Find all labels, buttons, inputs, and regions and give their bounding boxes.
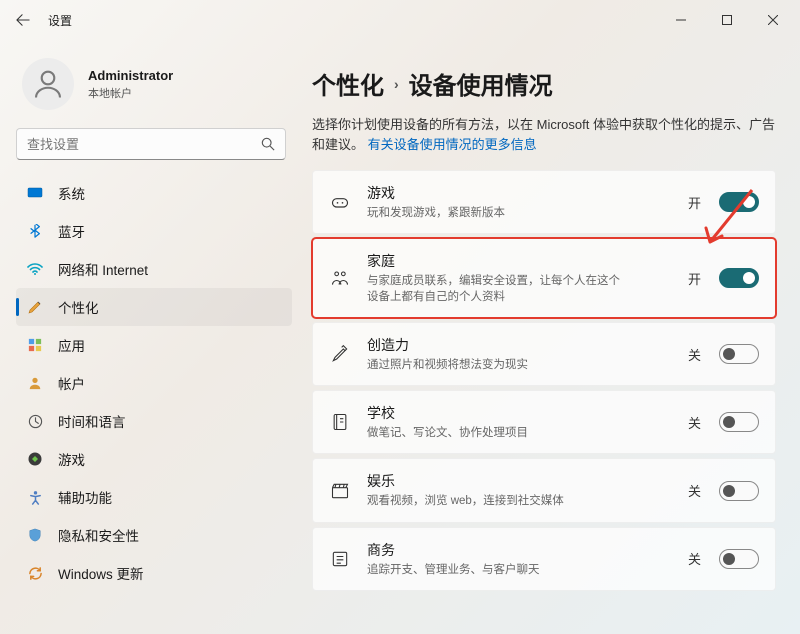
card-title: 商务 xyxy=(367,540,672,560)
sidebar-item-label: Windows 更新 xyxy=(58,563,144,583)
card-school: 学校 做笔记、写论文、协作处理项目 关 xyxy=(312,390,776,454)
maximize-button[interactable] xyxy=(704,5,750,35)
shield-icon xyxy=(26,526,44,544)
card-business: 商务 追踪开支、管理业务、与客户聊天 关 xyxy=(312,527,776,591)
update-icon xyxy=(26,564,44,582)
gamepad-icon xyxy=(329,191,351,213)
back-button[interactable] xyxy=(4,1,42,39)
card-family: 家庭 与家庭成员联系，编辑安全设置，让每个人在这个设备上都有自己的个人资料 开 xyxy=(312,238,776,318)
card-desc: 与家庭成员联系，编辑安全设置，让每个人在这个设备上都有自己的个人资料 xyxy=(367,273,627,305)
breadcrumb: 个性化 › 设备使用情况 xyxy=(312,66,776,101)
toggle-state-label: 关 xyxy=(688,413,701,432)
apps-icon xyxy=(26,336,44,354)
family-icon xyxy=(329,267,351,289)
sidebar-item-label: 游戏 xyxy=(58,449,85,469)
sidebar-item-windows-update[interactable]: Windows 更新 xyxy=(16,554,292,592)
clock-globe-icon xyxy=(26,412,44,430)
card-desc: 做笔记、写论文、协作处理项目 xyxy=(367,425,627,441)
user-profile[interactable]: Administrator 本地帐户 xyxy=(16,48,292,128)
card-desc: 玩和发现游戏，紧跟新版本 xyxy=(367,205,627,221)
toggle-state-label: 关 xyxy=(688,345,701,364)
gamepad-icon xyxy=(26,450,44,468)
card-gaming: 游戏 玩和发现游戏，紧跟新版本 开 xyxy=(312,170,776,234)
sidebar-item-time-language[interactable]: 时间和语言 xyxy=(16,402,292,440)
toggle-state-label: 关 xyxy=(688,481,701,500)
card-title: 游戏 xyxy=(367,183,672,203)
toggle-entertainment[interactable] xyxy=(719,481,759,501)
display-icon xyxy=(26,184,44,202)
window-title: 设置 xyxy=(48,12,72,29)
sidebar-item-apps[interactable]: 应用 xyxy=(16,326,292,364)
main-content: 个性化 › 设备使用情况 选择你计划使用设备的所有方法，以在 Microsoft… xyxy=(300,40,800,634)
sidebar-item-label: 蓝牙 xyxy=(58,221,85,241)
briefcase-icon xyxy=(329,548,351,570)
bluetooth-icon xyxy=(26,222,44,240)
avatar xyxy=(22,58,74,110)
user-subtitle: 本地帐户 xyxy=(88,85,173,101)
titlebar: 设置 xyxy=(0,0,800,40)
card-title: 家庭 xyxy=(367,251,672,271)
creativity-icon xyxy=(329,343,351,365)
sidebar-item-label: 网络和 Internet xyxy=(58,259,148,279)
card-creativity: 创造力 通过照片和视频将想法变为现实 关 xyxy=(312,322,776,386)
search-icon xyxy=(261,137,275,151)
user-name: Administrator xyxy=(88,68,173,83)
card-title: 创造力 xyxy=(367,335,672,355)
search-box[interactable] xyxy=(16,128,286,160)
card-title: 娱乐 xyxy=(367,471,672,491)
toggle-gaming[interactable] xyxy=(719,192,759,212)
usage-cards: 游戏 玩和发现游戏，紧跟新版本 开 家庭 与家庭成员联系，编辑安全设置，让每个人… xyxy=(312,170,776,611)
minimize-button[interactable] xyxy=(658,5,704,35)
sidebar-item-label: 应用 xyxy=(58,335,85,355)
search-input[interactable] xyxy=(27,137,261,152)
sidebar-item-label: 辅助功能 xyxy=(58,487,112,507)
sidebar-item-personalization[interactable]: 个性化 xyxy=(16,288,292,326)
card-title: 学校 xyxy=(367,403,672,423)
close-button[interactable] xyxy=(750,5,796,35)
toggle-creativity[interactable] xyxy=(719,344,759,364)
sidebar-item-privacy[interactable]: 隐私和安全性 xyxy=(16,516,292,554)
toggle-school[interactable] xyxy=(719,412,759,432)
page-title: 设备使用情况 xyxy=(409,66,553,101)
card-desc: 观看视频，浏览 web，连接到社交媒体 xyxy=(367,493,627,509)
breadcrumb-parent[interactable]: 个性化 xyxy=(312,66,384,101)
clapperboard-icon xyxy=(329,480,351,502)
person-icon xyxy=(26,374,44,392)
arrow-left-icon xyxy=(16,13,30,27)
sidebar-item-network[interactable]: 网络和 Internet xyxy=(16,250,292,288)
sidebar-item-gaming[interactable]: 游戏 xyxy=(16,440,292,478)
sidebar-item-label: 个性化 xyxy=(58,297,99,317)
chevron-right-icon: › xyxy=(394,76,399,92)
paintbrush-icon xyxy=(26,298,44,316)
sidebar-item-bluetooth[interactable]: 蓝牙 xyxy=(16,212,292,250)
toggle-state-label: 开 xyxy=(688,269,701,288)
toggle-family[interactable] xyxy=(719,268,759,288)
more-info-link[interactable]: 有关设备使用情况的更多信息 xyxy=(368,137,537,152)
maximize-icon xyxy=(722,15,732,25)
toggle-state-label: 关 xyxy=(688,549,701,568)
toggle-state-label: 开 xyxy=(688,193,701,212)
card-desc: 通过照片和视频将想法变为现实 xyxy=(367,357,627,373)
sidebar-item-label: 系统 xyxy=(58,183,85,203)
wifi-icon xyxy=(26,260,44,278)
sidebar-item-system[interactable]: 系统 xyxy=(16,174,292,212)
sidebar-item-accounts[interactable]: 帐户 xyxy=(16,364,292,402)
sidebar-item-label: 隐私和安全性 xyxy=(58,525,139,545)
intro-text: 选择你计划使用设备的所有方法，以在 Microsoft 体验中获取个性化的提示、… xyxy=(312,115,776,154)
accessibility-icon xyxy=(26,488,44,506)
notebook-icon xyxy=(329,411,351,433)
sidebar-item-label: 帐户 xyxy=(58,373,85,393)
close-icon xyxy=(768,15,778,25)
sidebar-item-label: 时间和语言 xyxy=(58,411,126,431)
sidebar-item-accessibility[interactable]: 辅助功能 xyxy=(16,478,292,516)
card-desc: 追踪开支、管理业务、与客户聊天 xyxy=(367,562,627,578)
nav: 系统 蓝牙 网络和 Internet 个性化 应用 帐户 xyxy=(16,174,292,626)
card-entertainment: 娱乐 观看视频，浏览 web，连接到社交媒体 关 xyxy=(312,458,776,522)
sidebar: Administrator 本地帐户 系统 蓝牙 网络和 Internet xyxy=(0,40,300,634)
person-icon xyxy=(30,66,66,102)
toggle-business[interactable] xyxy=(719,549,759,569)
minimize-icon xyxy=(676,15,686,25)
